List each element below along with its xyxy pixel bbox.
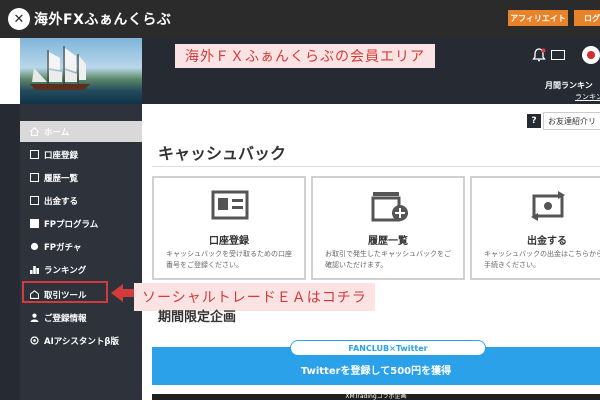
mail-icon[interactable] — [551, 50, 565, 60]
card-history[interactable]: 履歴一覧 お取引で発生したキャッシュバックをご確認いただけます。 — [311, 176, 465, 280]
sidebar-item-label: AIアシスタントβ版 — [44, 336, 119, 347]
sidebar-item-withdraw[interactable]: 出金する — [20, 190, 142, 211]
sidebar: ホーム 口座登録 履歴一覧 出金する FPプログラム FPガチャ ランキング 取… — [20, 104, 142, 400]
page-title: キャッシュバック — [158, 144, 287, 163]
japan-flag-icon[interactable] — [582, 46, 600, 64]
gacha-icon — [30, 242, 39, 251]
transfer-icon — [531, 191, 565, 221]
card-title: 口座登録 — [209, 236, 249, 247]
sidebar-item-fp-gacha[interactable]: FPガチャ — [20, 236, 142, 257]
gift-icon — [30, 219, 39, 228]
sidebar-item-ranking[interactable]: ランキング — [20, 259, 142, 280]
limited-campaign-title: 期間限定企画 — [158, 310, 237, 325]
home-icon — [29, 127, 40, 136]
sidebar-item-label: ランキング — [44, 265, 87, 276]
title-divider — [152, 166, 600, 167]
sidebar-item-label: FPプログラム — [44, 219, 99, 230]
withdraw-icon — [30, 196, 39, 205]
ai-icon — [30, 336, 39, 345]
card-description: キャッシュバックの出金はこちらからお手続きください。 — [484, 250, 600, 269]
card-withdraw[interactable]: 出金する キャッシュバックの出金はこちらからお手続きください。 — [470, 176, 600, 280]
sidebar-item-home[interactable]: ホーム — [20, 121, 142, 142]
sidebar-item-label: 出金する — [44, 196, 79, 207]
sidebar-item-label: ホーム — [44, 127, 70, 138]
twitter-campaign-text: Twitterを登録して500円を獲得 — [300, 366, 452, 377]
top-header: ✕ 海外FXふぁんくらぶ アフィリエイト ログ — [0, 0, 600, 38]
history-icon — [30, 173, 39, 182]
id-card-icon — [211, 190, 249, 220]
sidebar-item-label: ご登録情報 — [44, 313, 87, 324]
card-account-registration[interactable]: 口座登録 キャッシュバックを受け取るための口座番号をご登録ください。 — [152, 176, 306, 280]
sidebar-item-label: FPガチャ — [44, 242, 82, 253]
logo-text: 海外FXふぁんくらぶ — [34, 12, 172, 28]
help-icon[interactable]: ? — [527, 114, 541, 128]
callout-arrow-stem — [122, 289, 134, 297]
card-description: キャッシュバックを受け取るための口座番号をご登録ください。 — [166, 250, 292, 269]
sidebar-item-account[interactable]: 口座登録 — [20, 144, 142, 165]
sidebar-item-registration-info[interactable]: ご登録情報 — [20, 307, 142, 328]
sidebar-item-fp-program[interactable]: FPプログラム — [20, 213, 142, 234]
monthly-ranking-title: 月間ランキン — [545, 81, 593, 90]
member-area-label: 海外ＦＸふぁんくらぶの会員エリア — [175, 44, 435, 68]
friend-referral-button[interactable]: お友達紹介リ — [543, 112, 600, 130]
sidebar-item-label: 口座登録 — [44, 150, 79, 161]
ranking-icon — [30, 265, 39, 274]
left-gutter — [0, 104, 20, 400]
affiliate-button[interactable]: アフィリエイト — [508, 10, 568, 26]
trading-tools-highlight — [22, 281, 108, 303]
notification-bell-icon[interactable] — [532, 48, 546, 62]
sailing-ship-banner-image — [20, 38, 142, 104]
sidebar-item-label: 履歴一覧 — [44, 173, 79, 184]
login-button[interactable]: ログ — [574, 10, 600, 26]
ranking-link[interactable]: ランキン — [575, 92, 600, 102]
card-title: 出金する — [527, 236, 567, 247]
user-icon — [30, 313, 39, 322]
sidebar-item-ai-assistant[interactable]: AIアシスタントβ版 — [20, 330, 142, 351]
account-icon — [30, 150, 39, 159]
site-logo[interactable]: ✕ 海外FXふぁんくらぶ — [8, 8, 171, 30]
card-title: 履歴一覧 — [368, 236, 408, 247]
logo-icon: ✕ — [8, 8, 30, 30]
sidebar-item-history[interactable]: 履歴一覧 — [20, 167, 142, 188]
fanclub-twitter-pill: FANCLUB×Twitter — [290, 340, 486, 356]
history-list-icon — [371, 192, 408, 222]
card-description: お取引で発生したキャッシュバックをご確認いただけます。 — [325, 250, 451, 269]
xm-campaign-text: XMTradingコラボ企画 — [345, 393, 407, 400]
